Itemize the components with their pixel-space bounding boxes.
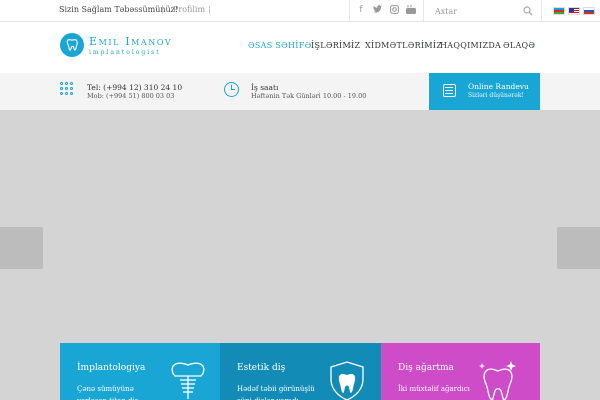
card-title: İmplantologiya [77,363,146,373]
nav-works[interactable]: İŞLƏRİMİZ [311,41,360,50]
instagram-icon[interactable] [388,5,400,17]
calendar-icon [443,84,456,97]
search-input[interactable] [423,0,538,22]
nav-services[interactable]: XİDMƏTLƏRİMİZ [365,41,442,50]
card-title: Estetik diş [237,363,286,373]
working-hours-text: Həftənin Tək Günləri 10.00 - 19.00 [251,92,367,100]
separator: | [161,5,164,14]
russia-flag-icon[interactable] [583,7,595,15]
nav-about[interactable]: HAQQIMIZDA [440,41,501,50]
top-bar: Sizin Sağlam Təbəssümünüz! | Profilim | … [0,0,600,22]
logo-name[interactable]: Emil Imanov [89,35,172,48]
azerbaijan-flag-icon[interactable] [553,7,565,15]
separator: | [208,5,211,14]
sparkling-tooth-icon [479,361,516,400]
tooth-shield-icon [330,361,364,400]
appointment-title: Online Randevu [468,82,529,91]
facebook-icon[interactable]: f [355,5,367,15]
youtube-icon[interactable] [405,5,417,17]
usa-flag-icon[interactable] [568,7,580,15]
chevron-down-icon[interactable]: ⌄ [423,41,429,49]
card-description: Çənə sümüyünə yerləşən titan diş [77,385,138,400]
divider [541,0,542,22]
chevron-down-icon[interactable]: ⌄ [347,41,353,49]
slider-prev-button[interactable] [0,227,43,269]
slider-next-button[interactable] [557,227,600,269]
profile-link[interactable]: Profilim [173,5,205,14]
twitter-icon[interactable] [371,5,383,16]
phone-number: Tel: (+994 12) 310 24 10 [87,83,183,92]
online-appointment-button[interactable]: Online Randevu Sizləri düşünərək! [429,73,540,110]
mobile-number: Mob: (+994 51) 800 03 03 [87,92,175,100]
dental-implant-icon [171,362,205,399]
appointment-subtitle: Sizləri düşünərək! [468,92,524,99]
card-title: Diş ağartma [398,363,454,373]
search-icon[interactable] [523,6,533,16]
chevron-down-icon[interactable]: ⌄ [530,41,536,49]
dialpad-icon [60,82,74,96]
service-card-aesthetic[interactable]: Estetik diş Hədəf təbii görünüşlü süni d… [220,343,381,400]
service-card-implantology[interactable]: İmplantologiya Çənə sümüyünə yerləşən ti… [60,343,220,400]
main-header: Emil Imanov implantologist ƏSAS SƏHİFƏ İ… [0,22,600,73]
card-description: İki müxtəlif ağardıcı [398,385,470,393]
logo-subtitle: implantologist [89,49,161,56]
service-card-whitening[interactable]: Diş ağartma İki müxtəlif ağardıcı [381,343,540,400]
clock-icon [224,82,239,97]
card-description: Hədəf təbii görünüşlü süni dişlər yaradı [237,385,315,400]
tooth-logo-icon[interactable] [60,33,84,57]
working-hours-title: İş saatı [251,83,279,92]
nav-home[interactable]: ƏSAS SƏHİFƏ [248,41,311,50]
divider [349,0,350,22]
